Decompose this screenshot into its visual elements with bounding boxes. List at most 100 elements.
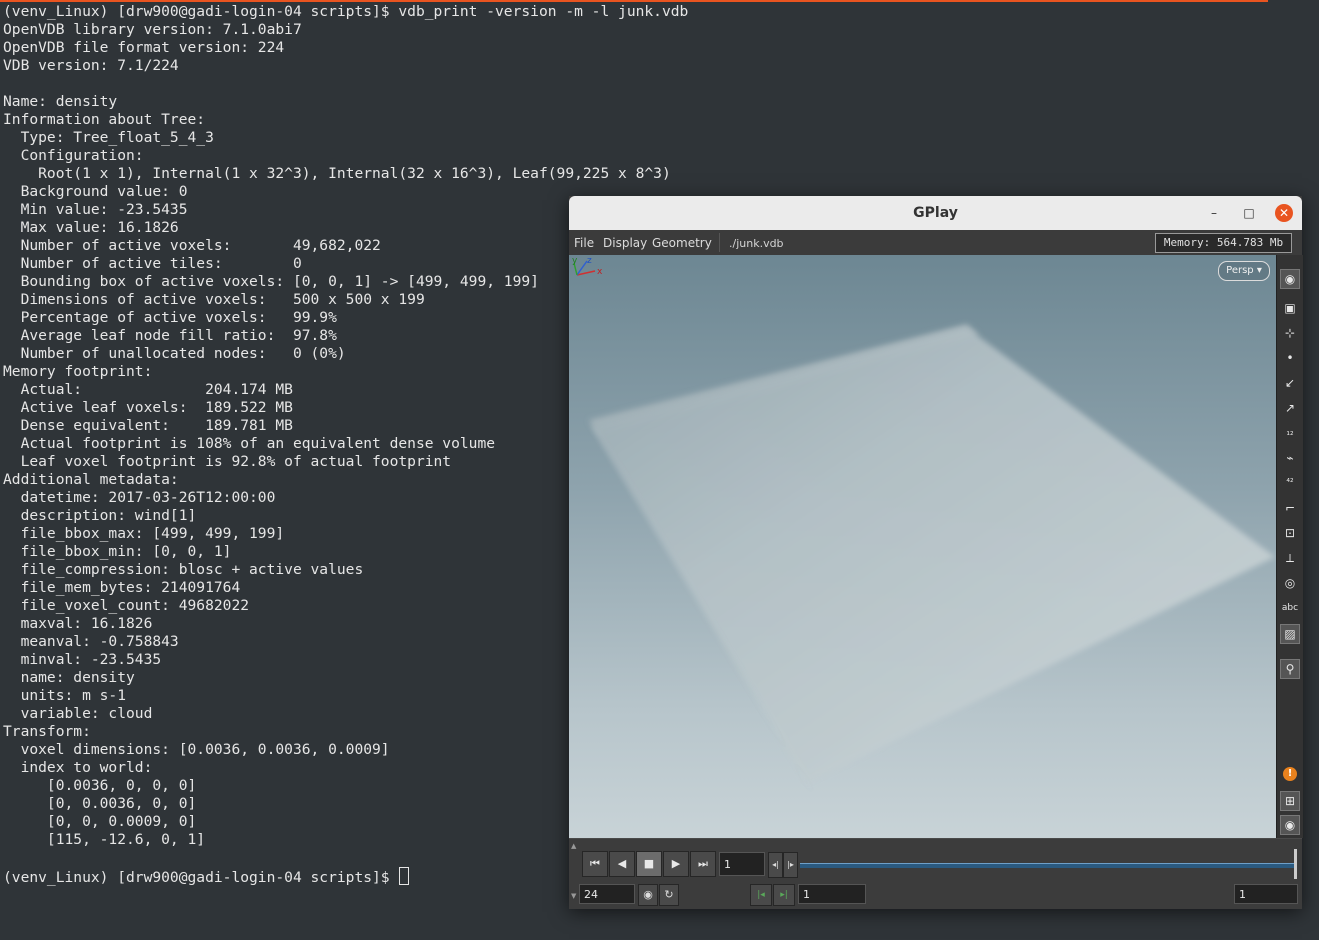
- memory-indicator: Memory: 564.783 Mb: [1155, 233, 1292, 253]
- window-title: GPlay: [913, 205, 958, 221]
- terminal-line: name: density: [3, 669, 135, 686]
- point-icon[interactable]: •: [1280, 348, 1300, 368]
- shell-prompt: (venv_Linux) [drw900@gadi-login-04 scrip…: [3, 867, 410, 887]
- step-forward-button[interactable]: |▸: [783, 852, 798, 878]
- prim-numbers-icon[interactable]: ⁴²: [1280, 473, 1300, 493]
- play-backward-button[interactable]: ◀: [609, 851, 635, 877]
- point-numbers-icon[interactable]: ₁₂: [1280, 423, 1300, 443]
- terminal-line: Min value: -23.5435: [3, 201, 188, 218]
- terminal-line: minval: -23.5435: [3, 651, 162, 668]
- terminal-line: Dense equivalent: 189.781 MB: [3, 417, 293, 434]
- text-cursor: [399, 867, 410, 885]
- menu-geometry[interactable]: Geometry: [652, 236, 712, 250]
- shaded-cube-icon[interactable]: ▣: [1280, 298, 1300, 318]
- camera-icon[interactable]: ◉: [1280, 269, 1300, 289]
- text-label-icon[interactable]: abc: [1280, 598, 1300, 618]
- axis-y-label: y: [572, 256, 578, 266]
- terminal-line: Information about Tree:: [3, 111, 206, 128]
- gplay-window[interactable]: GPlay – □ ✕ File Display Geometry ./junk…: [569, 196, 1303, 909]
- origin-icon[interactable]: ⟂: [1280, 548, 1300, 568]
- terminal-line: file_bbox_max: [499, 499, 199]: [3, 525, 285, 542]
- file-path-label: ./junk.vdb: [729, 237, 784, 250]
- viewport-toolbar: ◉ ▣ ⊹ • ↙ ↗ ₁₂ ⌁ ⁴² ⌐ ⊡ ⟂ ◎ abc ▨ ⚲! ⊞ ◉: [1276, 255, 1303, 838]
- guide-icon[interactable]: ⌐: [1280, 498, 1300, 518]
- stop-button[interactable]: ■: [636, 851, 662, 877]
- start-frame-input[interactable]: 1: [798, 884, 866, 904]
- terminal-line: Number of active voxels: 49,682,022: [3, 237, 381, 254]
- terminal-line: Bounding box of active voxels: [0, 0, 1]…: [3, 273, 539, 290]
- prompt-text: (venv_Linux) [drw900@gadi-login-04 scrip…: [3, 869, 399, 886]
- menu-bar: File Display Geometry ./junk.vdb Memory:…: [569, 230, 1302, 255]
- terminal-line: VDB version: 7.1/224: [3, 57, 179, 74]
- location-pin-icon[interactable]: ⚲: [1280, 659, 1300, 679]
- terminal-line: (venv_Linux) [drw900@gadi-login-04 scrip…: [3, 3, 689, 20]
- fps-input[interactable]: 24: [579, 884, 635, 904]
- terminal-line: Actual: 204.174 MB: [3, 381, 293, 398]
- range-start-button[interactable]: |◂: [750, 884, 772, 906]
- terminal-line: Name: density: [3, 93, 118, 110]
- 3d-viewport[interactable]: Persp ▾ x z y: [569, 255, 1276, 838]
- background-image-icon[interactable]: ▨: [1280, 624, 1300, 644]
- current-frame-input[interactable]: 1: [719, 852, 765, 876]
- display-options-icon[interactable]: ⊹: [1280, 323, 1300, 343]
- menu-file[interactable]: File: [574, 236, 594, 250]
- terminal-line: Additional metadata:: [3, 471, 179, 488]
- terminal-line: Percentage of active voxels: 99.9%: [3, 309, 337, 326]
- perspective-menu[interactable]: Persp ▾: [1218, 261, 1270, 281]
- normal-icon[interactable]: ↗: [1280, 398, 1300, 418]
- play-forward-button[interactable]: ▶: [663, 851, 689, 877]
- terminal-line: Dimensions of active voxels: 500 x 500 x…: [3, 291, 425, 308]
- bounding-box-icon[interactable]: ⊡: [1280, 523, 1300, 543]
- warning-icon[interactable]: !: [1283, 767, 1297, 781]
- terminal-line: [0, 0, 0.0009, 0]: [3, 813, 197, 830]
- terminal-line: description: wind[1]: [3, 507, 197, 524]
- timeline-thumb[interactable]: [1294, 849, 1297, 879]
- menu-display[interactable]: Display: [603, 236, 647, 250]
- terminal-line: OpenVDB file format version: 224: [3, 39, 285, 56]
- terminal-line: Memory footprint:: [3, 363, 153, 380]
- terminal-line: file_voxel_count: 49682022: [3, 597, 250, 614]
- axis-x-label: x: [597, 267, 603, 277]
- terminal-line: Root(1 x 1), Internal(1 x 32^3), Interna…: [3, 165, 671, 182]
- terminal-tab-accent: [0, 0, 1268, 2]
- step-back-button[interactable]: ◂|: [768, 852, 783, 878]
- close-button[interactable]: ✕: [1275, 204, 1293, 222]
- grid-layout-icon[interactable]: ⊞: [1280, 791, 1300, 811]
- terminal-line: file_compression: blosc + active values: [3, 561, 364, 578]
- gplay-titlebar[interactable]: GPlay – □ ✕: [569, 196, 1302, 230]
- vector-icon[interactable]: ↙: [1280, 373, 1300, 393]
- terminal-line: file_mem_bytes: 214091764: [3, 579, 241, 596]
- terminal-line: Number of unallocated nodes: 0 (0%): [3, 345, 346, 362]
- playbar-handle[interactable]: ▲ ▼: [571, 841, 577, 907]
- terminal-line: meanval: -0.758843: [3, 633, 179, 650]
- minimize-button[interactable]: –: [1205, 204, 1223, 222]
- terminal-line: OpenVDB library version: 7.1.0abi7: [3, 21, 302, 38]
- jump-to-end-button[interactable]: ⏭: [690, 851, 716, 877]
- terminal-line: variable: cloud: [3, 705, 153, 722]
- end-frame-input[interactable]: 1: [1234, 884, 1298, 904]
- terminal-line: [0.0036, 0, 0, 0]: [3, 777, 197, 794]
- terminal-line: units: m s-1: [3, 687, 127, 704]
- menu-separator: [719, 233, 720, 252]
- brush-icon[interactable]: ⌁: [1280, 448, 1300, 468]
- terminal-line: Background value: 0: [3, 183, 188, 200]
- terminal-line: voxel dimensions: [0.0036, 0.0036, 0.000…: [3, 741, 390, 758]
- terminal-line: Type: Tree_float_5_4_3: [3, 129, 214, 146]
- ghost-icon[interactable]: ◎: [1280, 573, 1300, 593]
- terminal-line: index to world:: [3, 759, 153, 776]
- range-end-button[interactable]: ▸|: [773, 884, 795, 906]
- axis-gnomon: x z y: [572, 256, 603, 277]
- terminal-line: Transform:: [3, 723, 91, 740]
- jump-to-start-button[interactable]: ⏮: [582, 851, 608, 877]
- realtime-toggle-button[interactable]: ◉: [638, 884, 658, 906]
- maximize-button[interactable]: □: [1240, 204, 1258, 222]
- terminal-line: Average leaf node fill ratio: 97.8%: [3, 327, 337, 344]
- timeline-slider[interactable]: [800, 863, 1297, 868]
- terminal-line: file_bbox_min: [0, 0, 1]: [3, 543, 232, 560]
- terminal-line: datetime: 2017-03-26T12:00:00: [3, 489, 276, 506]
- terminal-line: [115, -12.6, 0, 1]: [3, 831, 206, 848]
- eye-icon[interactable]: ◉: [1280, 815, 1300, 835]
- terminal-line: Leaf voxel footprint is 92.8% of actual …: [3, 453, 452, 470]
- axis-z-label: z: [587, 256, 592, 266]
- loop-mode-button[interactable]: ↻: [659, 884, 679, 906]
